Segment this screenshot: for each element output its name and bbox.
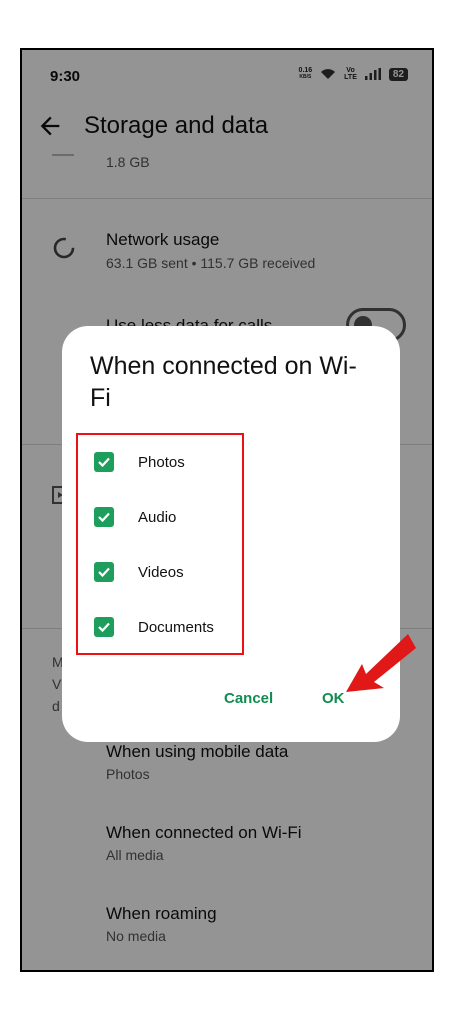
options-highlight-box: Photos Audio Videos Documents (76, 433, 244, 655)
dialog-title: When connected on Wi-Fi (90, 352, 357, 412)
option-label: Photos (138, 453, 185, 471)
screen: 9:30 0.16 KB/S Vo LTE 82 Storage and dat… (22, 50, 432, 970)
option-documents[interactable]: Documents (94, 617, 214, 637)
option-label: Audio (138, 508, 177, 526)
option-videos[interactable]: Videos (94, 562, 184, 582)
checkbox-checked-icon[interactable] (94, 507, 114, 527)
checkbox-checked-icon[interactable] (94, 452, 114, 472)
checkbox-checked-icon[interactable] (94, 617, 114, 637)
option-label: Videos (138, 563, 184, 581)
option-audio[interactable]: Audio (94, 507, 176, 527)
option-photos[interactable]: Photos (94, 452, 185, 472)
option-label: Documents (138, 618, 214, 636)
cancel-button[interactable]: Cancel (224, 690, 273, 707)
pointer-arrow-icon (346, 634, 416, 692)
phone-frame: 9:30 0.16 KB/S Vo LTE 82 Storage and dat… (20, 48, 434, 972)
checkbox-checked-icon[interactable] (94, 562, 114, 582)
